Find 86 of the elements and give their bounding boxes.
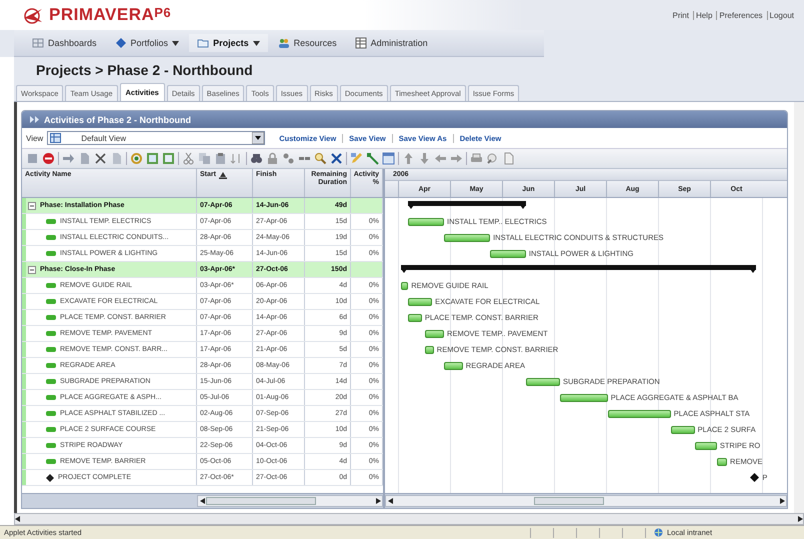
arrow-right-icon[interactable] [62, 152, 75, 165]
activity-bar-icon [46, 395, 56, 400]
collapse-arrows-icon [30, 116, 39, 123]
gantt-bar[interactable] [694, 442, 717, 450]
activity-bar-icon [46, 411, 56, 416]
gantt-bar[interactable] [425, 346, 434, 354]
activity-bar-icon [46, 459, 56, 464]
gantt-bar[interactable] [425, 330, 444, 338]
nav-menu-item[interactable]: Projects [189, 34, 268, 52]
header-link[interactable]: Preferences [716, 10, 765, 20]
scroll-right-icon [798, 516, 803, 522]
horizontal-scrollbar[interactable] [385, 495, 787, 507]
panel-title: Activities of Phase 2 - Northbound [44, 114, 192, 124]
document-icon[interactable] [502, 152, 515, 165]
spreadsheet-icon[interactable] [162, 152, 175, 165]
folder-icon [197, 37, 210, 49]
gantt-bar[interactable] [444, 234, 490, 242]
scroll-right-icon [780, 498, 784, 504]
close-icon[interactable] [94, 152, 107, 165]
activity-bar-icon [46, 427, 56, 432]
scroll-right-icon [376, 498, 380, 504]
nav-menu-item[interactable]: Resources [270, 34, 345, 52]
arrow-right-icon[interactable] [450, 152, 463, 165]
breadcrumb-title: Projects > Phase 2 - Northbound [14, 57, 804, 81]
nav-menu-item[interactable]: Administration [346, 34, 436, 52]
stop-icon[interactable] [42, 152, 55, 165]
zoom-icon[interactable] [486, 152, 499, 165]
activity-bar-icon [46, 251, 56, 256]
gantt-bar[interactable] [716, 458, 728, 466]
close-icon[interactable] [330, 152, 343, 165]
table-icon [354, 37, 367, 49]
view-dropdown[interactable]: Default View [47, 131, 266, 145]
view-label: View [26, 134, 44, 142]
activity-bar-icon [46, 283, 56, 288]
activity-bar-icon [46, 443, 56, 448]
people-icon [278, 37, 290, 49]
activity-bar-icon [46, 331, 56, 336]
header-link[interactable]: Logout [766, 10, 796, 20]
nav-menu-item[interactable]: Portfolios [106, 34, 188, 52]
gantt-bar[interactable] [608, 410, 671, 418]
gantt-bar[interactable] [490, 250, 526, 258]
horizontal-scrollbar[interactable] [197, 495, 383, 507]
arrow-down-icon[interactable] [418, 152, 431, 165]
collapse-box-icon [28, 266, 36, 274]
scroll-left-icon [388, 498, 392, 504]
arrow-left-icon[interactable] [434, 152, 447, 165]
activity-bar-icon [46, 379, 56, 384]
horizontal-scrollbar[interactable] [14, 513, 804, 525]
search-icon[interactable] [314, 152, 327, 165]
spreadsheet-icon[interactable] [146, 152, 159, 165]
sort-ascending-icon [218, 171, 227, 179]
pencil-icon[interactable] [350, 152, 363, 165]
gantt-bar[interactable] [444, 362, 463, 370]
activity-bar-icon [46, 347, 56, 352]
nav-menu-item[interactable]: Dashboards [24, 34, 105, 52]
dropdown-caret-icon [172, 40, 180, 46]
activity-bar-icon [46, 235, 56, 240]
copy-icon[interactable] [198, 152, 211, 165]
gantt-bar[interactable] [401, 282, 408, 290]
dropdown-arrow-icon [252, 132, 264, 144]
diamond-icon [46, 474, 54, 482]
gantt-bar[interactable] [670, 426, 695, 434]
gantt-bar[interactable] [408, 218, 444, 226]
gantt-bar[interactable] [526, 378, 560, 386]
logo-swoosh-icon [22, 6, 44, 24]
activity-bar-icon [46, 363, 56, 368]
collapse-box-icon [28, 202, 36, 210]
header-link[interactable]: Print [670, 10, 691, 20]
arrow-up-icon[interactable] [402, 152, 415, 165]
scissors-icon[interactable] [182, 152, 195, 165]
dropdown-caret-icon [252, 40, 260, 46]
paste-icon[interactable] [214, 152, 227, 165]
window-icon[interactable] [382, 152, 395, 165]
scroll-left-icon [15, 516, 20, 522]
gantt-bar[interactable] [408, 314, 422, 322]
activity-bar-icon [46, 299, 56, 304]
header-link[interactable]: Help [692, 10, 714, 20]
globe-icon [654, 528, 663, 537]
gantt-bar[interactable] [408, 298, 432, 306]
activity-bar-icon [46, 315, 56, 320]
gantt-bar[interactable] [560, 394, 608, 402]
diamond-icon [114, 37, 127, 49]
milestone-diamond[interactable] [750, 473, 760, 482]
binoculars-icon[interactable] [250, 152, 263, 165]
printer-icon[interactable] [470, 152, 483, 165]
activity-bar-icon [46, 219, 56, 224]
